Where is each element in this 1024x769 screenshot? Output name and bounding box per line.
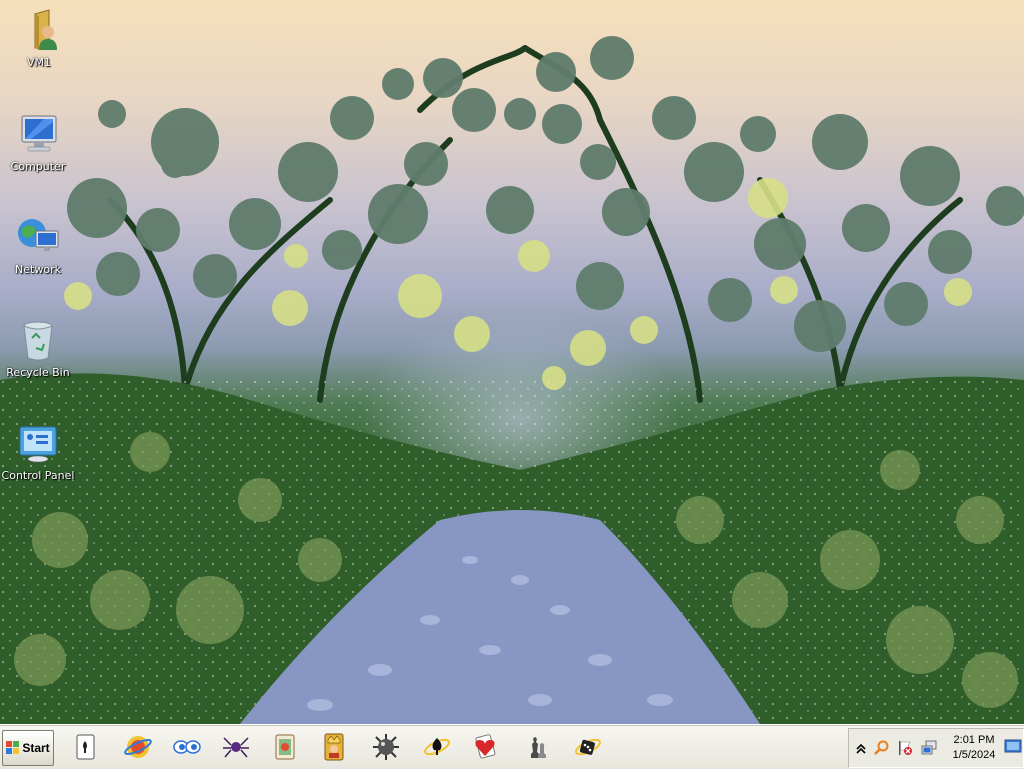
start-button[interactable]: Start <box>2 730 54 766</box>
user-folder-icon <box>34 9 57 50</box>
internet-backgammon-icon <box>575 738 601 756</box>
mahjong-icon <box>275 734 295 760</box>
desktop-icon-network[interactable]: Network <box>0 213 76 276</box>
quick-launch-freecell[interactable] <box>318 731 350 763</box>
quick-launch-spider-solitaire[interactable] <box>220 731 252 763</box>
quick-launch-chess[interactable] <box>520 731 552 763</box>
show-desktop-icon[interactable] <box>1004 737 1022 757</box>
quick-launch-internet-games[interactable] <box>122 731 154 763</box>
quick-launch-purble-place[interactable] <box>171 731 203 763</box>
desktop[interactable]: VM1 Computer Network Recycle Bin Control… <box>0 0 1024 724</box>
internet-games-icon <box>124 736 152 758</box>
desktop-icon-label: Control Panel <box>1 469 75 482</box>
desktop-icon-recycle-bin[interactable]: Recycle Bin <box>0 316 76 379</box>
control-panel-icon <box>19 426 57 463</box>
quick-launch-minesweeper[interactable] <box>370 731 402 763</box>
purble-place-icon <box>173 740 201 754</box>
desktop-icon-label: Recycle Bin <box>6 366 70 379</box>
network-icon <box>18 219 59 251</box>
desktop-icon-computer[interactable]: Computer <box>0 110 76 173</box>
spider-solitaire-icon <box>223 737 249 758</box>
clock-date[interactable]: 1/5/2024 <box>945 749 1003 761</box>
wallpaper-garden <box>0 36 1024 724</box>
chess-icon <box>531 737 546 758</box>
desktop-icon-label: VM1 <box>26 56 51 69</box>
clock-time[interactable]: 2:01 PM <box>945 734 1003 746</box>
start-label: Start <box>22 741 50 755</box>
search-icon[interactable] <box>873 740 889 756</box>
action-center-flag-icon[interactable] <box>897 740 913 756</box>
hearts-icon <box>475 734 496 759</box>
minesweeper-icon <box>373 734 399 760</box>
quick-launch-internet-backgammon[interactable] <box>572 731 604 763</box>
show-hidden-chevron-icon[interactable] <box>853 740 869 756</box>
quick-launch-internet-spades[interactable] <box>421 731 453 763</box>
network-tray-icon[interactable] <box>921 740 937 756</box>
freecell-icon <box>324 733 344 761</box>
desktop-icon-vm1[interactable]: VM1 <box>1 6 77 69</box>
quick-launch-solitaire[interactable] <box>70 731 102 763</box>
desktop-icon-label: Computer <box>10 160 66 173</box>
quick-launch-hearts[interactable] <box>469 731 501 763</box>
solitaire-icon <box>76 734 95 760</box>
taskbar: Start 2:01 PM 1/5/2024 <box>0 724 1024 769</box>
system-tray: 2:01 PM 1/5/2024 <box>848 728 1024 768</box>
quick-launch-mahjong[interactable] <box>269 731 301 763</box>
windows-logo-icon <box>6 741 20 754</box>
recycle-bin-icon <box>23 321 53 361</box>
desktop-icon-control-panel[interactable]: Control Panel <box>0 419 76 482</box>
desktop-icon-label: Network <box>15 263 61 276</box>
computer-icon <box>21 115 57 152</box>
internet-spades-icon <box>424 738 450 756</box>
